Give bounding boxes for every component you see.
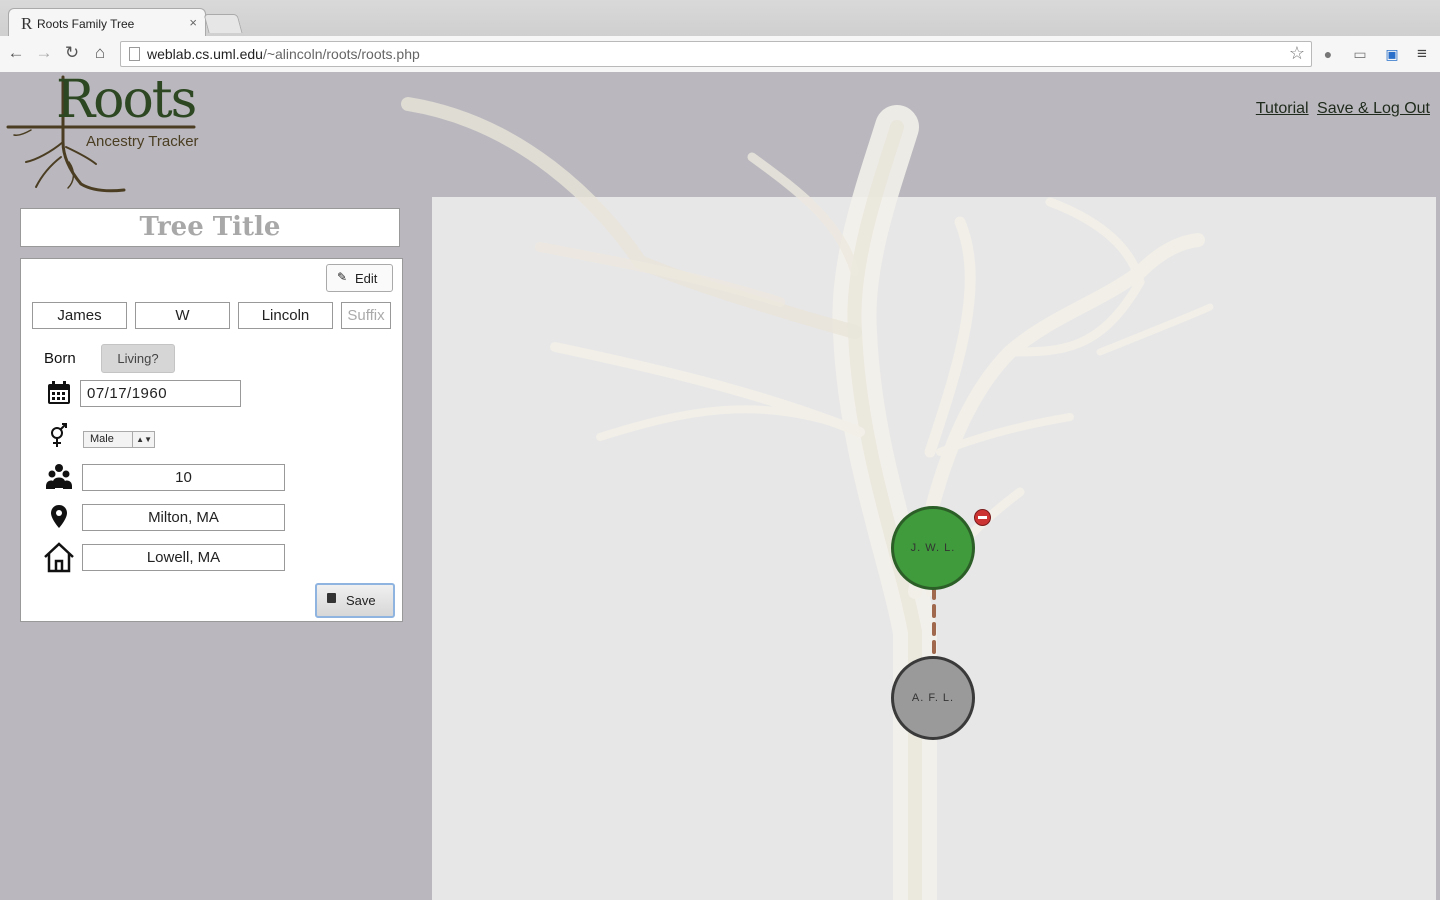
gender-select[interactable]: Male ▲▼	[83, 431, 155, 448]
cast-icon[interactable]: ▭	[1350, 44, 1370, 64]
forward-icon[interactable]: →	[34, 43, 54, 63]
roots-logo[interactable]: Roots Ancestry Tracker	[6, 72, 206, 194]
tab-strip: R Roots Family Tree ×	[0, 0, 1440, 37]
born-label: Born	[44, 350, 76, 367]
remove-node-icon[interactable]	[974, 509, 991, 526]
location-pin-icon	[51, 505, 67, 528]
birth-date-field[interactable]: 07/17/1960	[80, 380, 241, 407]
gender-value: Male	[90, 433, 114, 445]
extension-icon[interactable]: ●	[1318, 44, 1338, 64]
family-group-icon	[46, 464, 72, 489]
first-name-field[interactable]: James	[32, 302, 127, 329]
gender-icon	[51, 423, 67, 447]
home-residence-icon	[44, 542, 74, 573]
calendar-icon	[48, 381, 70, 404]
new-tab-button[interactable]	[203, 14, 243, 33]
floppy-disk-icon	[327, 593, 336, 603]
browser-tab[interactable]: R Roots Family Tree ×	[8, 8, 206, 37]
residence-field[interactable]: Lowell, MA	[82, 544, 285, 571]
tree-node-jwl[interactable]: J. W. L.	[891, 506, 975, 590]
favicon-icon: R	[21, 14, 33, 33]
logo-title: Roots	[56, 72, 197, 130]
browser-toolbar: ← → ↻ ⌂ weblab.cs.uml.edu/~alincoln/root…	[0, 36, 1440, 73]
tree-node-afl[interactable]: A. F. L.	[891, 656, 975, 740]
page-icon	[129, 47, 140, 61]
middle-name-field[interactable]: W	[135, 302, 230, 329]
home-icon[interactable]: ⌂	[90, 43, 110, 63]
edit-label: Edit	[355, 271, 378, 286]
birth-place-field[interactable]: Milton, MA	[82, 504, 285, 531]
address-bar[interactable]: weblab.cs.uml.edu/~alincoln/roots/roots.…	[120, 41, 1312, 67]
top-nav: Tutorial Save & Log Out	[1252, 100, 1430, 118]
back-icon[interactable]: ←	[6, 43, 26, 63]
menu-icon[interactable]: ≡	[1412, 44, 1432, 64]
logo-subtitle: Ancestry Tracker	[86, 133, 199, 150]
save-logout-link[interactable]: Save & Log Out	[1317, 100, 1430, 117]
save-button[interactable]: Save	[315, 583, 395, 618]
living-toggle-button[interactable]: Living?	[101, 344, 175, 373]
tree-title: Tree Title	[139, 212, 281, 242]
generation-field[interactable]: 10	[82, 464, 285, 491]
star-icon[interactable]: ☆	[1289, 43, 1305, 64]
pencil-icon: ✎	[337, 270, 348, 284]
last-name-field[interactable]: Lincoln	[238, 302, 333, 329]
app-area: Roots Ancestry Tracker Tutorial Save & L…	[0, 72, 1440, 900]
tab-title: Roots Family Tree	[37, 17, 135, 31]
close-tab-icon[interactable]: ×	[189, 15, 197, 30]
person-editor-panel: ✎ Edit James W Lincoln Suffix Born Livin…	[20, 258, 403, 622]
edit-button[interactable]: ✎ Edit	[326, 264, 393, 292]
select-arrows-icon: ▲▼	[132, 432, 152, 447]
suffix-field[interactable]: Suffix	[341, 302, 391, 329]
save-label: Save	[346, 593, 376, 608]
translate-icon[interactable]: ▣	[1382, 44, 1402, 64]
url-text: weblab.cs.uml.edu/~alincoln/roots/roots.…	[147, 46, 420, 62]
tree-title-field[interactable]: Tree Title	[20, 208, 400, 247]
reload-icon[interactable]: ↻	[62, 43, 82, 63]
tutorial-link[interactable]: Tutorial	[1256, 100, 1309, 117]
